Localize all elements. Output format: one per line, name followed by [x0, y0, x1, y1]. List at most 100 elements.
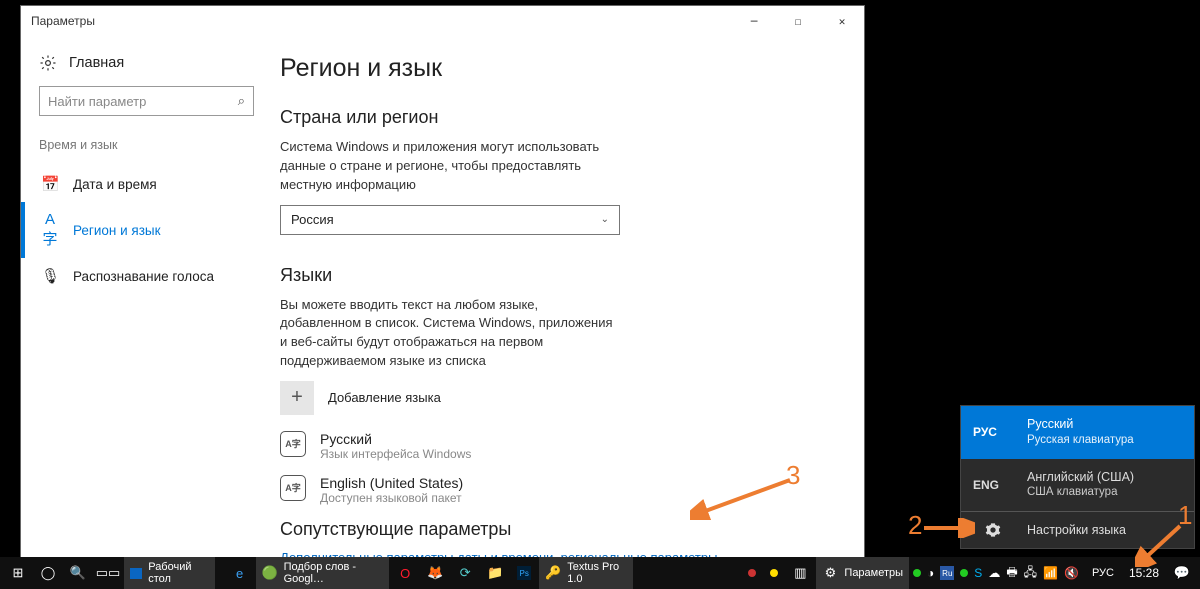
ps-icon: Ps	[517, 566, 531, 580]
flyout-settings-label: Настройки языка	[1027, 523, 1126, 537]
sidebar-item-datetime[interactable]: 📅 Дата и время	[39, 166, 254, 202]
network-icon[interactable]: 🖧	[1024, 563, 1037, 584]
language-icon: A字	[280, 475, 306, 501]
taskview-button[interactable]: ▭▭	[94, 557, 122, 589]
folder-icon	[130, 568, 142, 579]
taskbar-photoshop[interactable]: Ps	[511, 557, 537, 589]
search-icon: ⌕	[238, 93, 245, 109]
system-tray[interactable]: ◑ Ru S ☁ 🖶 🖧 📶 🔇	[909, 563, 1083, 584]
add-language-label: Добавление языка	[328, 390, 441, 405]
taskbar-tray1[interactable]	[742, 557, 762, 589]
circle-icon: ◯	[40, 565, 56, 581]
taskbar-label: Параметры	[844, 567, 903, 579]
taskbar-app1[interactable]: ⟳	[451, 557, 479, 589]
language-item-russian[interactable]: A字 Русский Язык интерфейса Windows	[280, 431, 824, 461]
minimize-button[interactable]: ─	[732, 6, 776, 36]
flyout-name: Английский (США)	[1027, 469, 1134, 486]
plus-icon: +	[280, 381, 314, 415]
flyout-code: ENG	[973, 478, 1013, 492]
app-icon: ▥	[792, 565, 808, 581]
taskbar-tray2[interactable]	[764, 557, 784, 589]
taskbar-language[interactable]: РУС	[1086, 557, 1120, 589]
cortana-button[interactable]: ◯	[34, 557, 62, 589]
windows-icon: ⊞	[10, 565, 26, 581]
taskbar-chrome[interactable]: 🟢 Подбор слов - Googl…	[256, 557, 390, 589]
flyout-sub: США клавиатура	[1027, 485, 1134, 501]
skype-icon[interactable]: S	[974, 566, 982, 580]
titlebar[interactable]: Параметры ─ ☐ ✕	[21, 6, 864, 36]
action-center-button[interactable]: 💬	[1168, 557, 1196, 589]
add-language-button[interactable]: + Добавление языка	[280, 381, 824, 415]
red-dot-icon	[748, 569, 756, 577]
language-flyout: РУС Русский Русская клавиатура ENG Англи…	[960, 405, 1195, 549]
flyout-settings[interactable]: Настройки языка	[961, 512, 1194, 548]
tray-icon[interactable]: ◑	[927, 566, 934, 580]
language-sub: Язык интерфейса Windows	[320, 447, 471, 461]
taskbar-explorer[interactable]: 📁	[481, 557, 509, 589]
onedrive-icon[interactable]: ☁	[988, 566, 1000, 580]
related-heading: Сопутствующие параметры	[280, 519, 824, 540]
country-heading: Страна или регион	[280, 107, 824, 128]
search-placeholder: Найти параметр	[48, 94, 146, 109]
status-icon	[913, 569, 921, 577]
firefox-icon: 🦊	[427, 565, 443, 581]
maximize-button[interactable]: ☐	[776, 6, 820, 36]
taskbar-edge[interactable]: e	[226, 557, 254, 589]
language-sub: Доступен языковой пакет	[320, 491, 463, 505]
search-button[interactable]: 🔍	[64, 557, 92, 589]
app-icon: ⟳	[457, 565, 473, 581]
taskbar-clock[interactable]: 15:28	[1123, 566, 1165, 580]
chevron-down-icon: ⌄	[601, 214, 609, 225]
folder-icon: 📁	[487, 565, 503, 581]
wifi-icon[interactable]: 📶	[1043, 566, 1058, 580]
flyout-name: Русский	[1027, 416, 1134, 433]
annotation-2: 2	[908, 510, 922, 541]
country-dropdown[interactable]: Россия ⌄	[280, 205, 620, 235]
sidebar-item-speech[interactable]: 🎙 Распознавание голоса	[39, 258, 254, 294]
sidebar-group-label: Время и язык	[39, 138, 254, 152]
start-button[interactable]: ⊞	[4, 557, 32, 589]
globe-icon: A字	[41, 211, 59, 249]
taskbar-desktop[interactable]: Рабочий стол	[124, 557, 215, 589]
search-input[interactable]: Найти параметр ⌕	[39, 86, 254, 116]
taskbar-tray3[interactable]: ▥	[786, 557, 814, 589]
flyout-item-eng[interactable]: ENG Английский (США) США клавиатура	[961, 459, 1194, 511]
gear-icon	[973, 522, 1013, 538]
flyout-code: РУС	[973, 425, 1013, 439]
taskbar-settings[interactable]: ⚙ Параметры	[816, 557, 909, 589]
key-icon: 🔑	[545, 565, 561, 581]
flyout-item-rus[interactable]: РУС Русский Русская клавиатура	[961, 406, 1194, 458]
home-button[interactable]: Главная	[39, 54, 254, 72]
tray-icon[interactable]: 🖶	[1006, 563, 1017, 584]
main-pane: Регион и язык Страна или регион Система …	[266, 36, 864, 559]
languages-desc: Вы можете вводить текст на любом языке, …	[280, 296, 620, 371]
window-title: Параметры	[31, 14, 95, 28]
taskbar-label: Подбор слов - Googl…	[284, 561, 384, 585]
chrome-icon: 🟢	[262, 565, 278, 581]
lang-ru-icon[interactable]: Ru	[940, 566, 954, 580]
settings-window: Параметры ─ ☐ ✕ Главная Найти параметр ⌕…	[20, 5, 865, 560]
country-value: Россия	[291, 212, 334, 227]
taskbar-textus[interactable]: 🔑 Textus Pro 1.0	[539, 557, 632, 589]
taskview-icon: ▭▭	[100, 565, 116, 581]
taskbar-label: Рабочий стол	[148, 561, 208, 585]
volume-icon[interactable]: 🔇	[1064, 566, 1079, 580]
taskbar-opera[interactable]: O	[391, 557, 419, 589]
calendar-icon: 📅	[41, 175, 59, 193]
sidebar-item-label: Распознавание голоса	[73, 269, 214, 284]
language-name: Русский	[320, 431, 471, 447]
sidebar-item-region-language[interactable]: A字 Регион и язык	[39, 202, 254, 258]
page-heading: Регион и язык	[280, 54, 824, 83]
language-item-english[interactable]: A字 English (United States) Доступен язык…	[280, 475, 824, 505]
language-name: English (United States)	[320, 475, 463, 491]
gear-icon	[39, 54, 57, 72]
sidebar-item-label: Дата и время	[73, 177, 157, 192]
mic-icon: 🎙	[41, 267, 59, 285]
taskbar-firefox[interactable]: 🦊	[421, 557, 449, 589]
opera-icon: O	[397, 565, 413, 581]
gear-icon: ⚙	[822, 565, 838, 581]
taskbar-label: Textus Pro 1.0	[567, 561, 626, 585]
lang-indicator: РУС	[1092, 567, 1114, 579]
close-button[interactable]: ✕	[820, 6, 864, 36]
sidebar: Главная Найти параметр ⌕ Время и язык 📅 …	[21, 36, 266, 559]
